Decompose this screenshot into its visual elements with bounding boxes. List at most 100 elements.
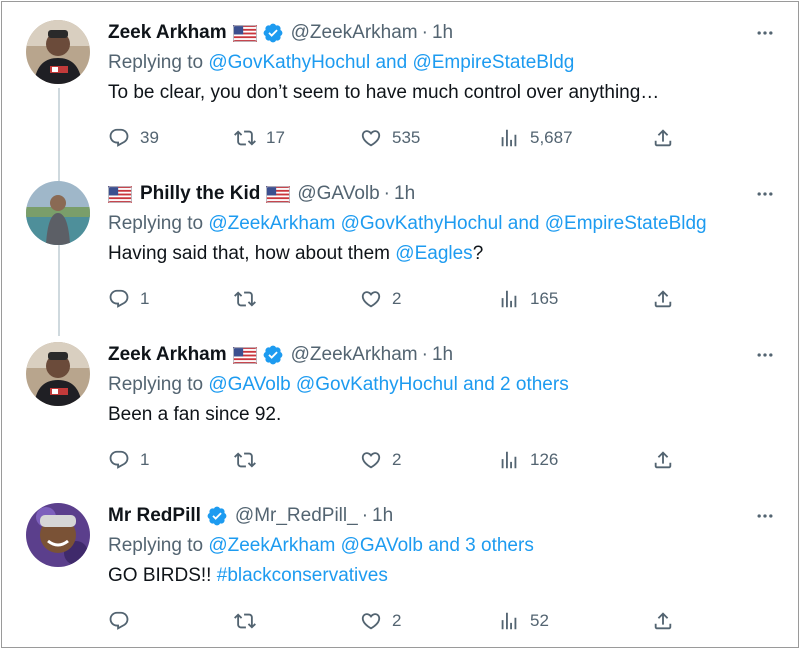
separator-dot: · (421, 22, 428, 43)
retweet-icon (234, 449, 256, 471)
separator-dot: · (421, 344, 428, 365)
tweet-text: To be clear, you don’t seem to have much… (108, 82, 660, 103)
more-options-icon[interactable] (750, 181, 780, 207)
tweet-actions: 1 2 126 (108, 447, 788, 473)
verified-badge-icon[interactable] (262, 22, 284, 44)
replying-to-label: Replying to (108, 213, 204, 234)
views-button[interactable]: 5,687 (498, 125, 573, 151)
hashtag-link[interactable]: #blackconservatives (217, 565, 388, 586)
reply-button[interactable]: 39 (108, 125, 159, 151)
replying-to-mentions[interactable]: @GovKathyHochul and @EmpireStateBldg (208, 52, 574, 73)
tweet-actions: 1 2 165 (108, 286, 788, 312)
more-options-icon[interactable] (750, 342, 780, 368)
heart-icon (360, 449, 382, 471)
tweet-text-part: Having said that, how about them (108, 243, 396, 264)
tweet-text: Been a fan since 92. (108, 404, 282, 425)
tweet-text: Having said that, how about them @Eagles… (108, 239, 780, 269)
like-count: 535 (392, 128, 421, 147)
share-button[interactable] (652, 125, 684, 151)
like-button[interactable]: 2 (360, 608, 401, 634)
like-button[interactable]: 2 (360, 286, 401, 312)
reply-count: 1 (140, 289, 150, 308)
retweet-count: 17 (266, 128, 285, 147)
retweet-icon (234, 610, 256, 632)
share-button[interactable] (652, 286, 684, 312)
reply-thread: Zeek Arkham @ZeekArkham · 1h Replying to… (1, 1, 799, 648)
heart-icon (360, 288, 382, 310)
views-chart-icon (498, 610, 520, 632)
display-name[interactable]: Philly the Kid (140, 183, 260, 205)
us-flag-icon (233, 347, 257, 364)
like-button[interactable]: 2 (360, 447, 401, 473)
view-count: 165 (530, 289, 559, 308)
retweet-icon (234, 127, 256, 149)
display-name[interactable]: Zeek Arkham (108, 344, 227, 366)
user-handle[interactable]: @ZeekArkham (291, 344, 418, 366)
replying-to-label: Replying to (108, 535, 204, 556)
more-options-icon[interactable] (750, 20, 780, 46)
view-count: 126 (530, 450, 559, 469)
retweet-button[interactable] (234, 447, 266, 473)
display-name[interactable]: Mr RedPill (108, 505, 201, 527)
display-name[interactable]: Zeek Arkham (108, 22, 227, 44)
tweet-text: GO BIRDS!! #blackconservatives (108, 561, 780, 591)
view-count: 5,687 (530, 128, 573, 147)
separator-dot: · (383, 183, 390, 204)
replying-to-mentions[interactable]: @ZeekArkham @GovKathyHochul and @EmpireS… (208, 213, 706, 234)
tweet-text-part: ? (472, 243, 484, 264)
reply-icon (108, 449, 130, 471)
tweet[interactable]: Philly the Kid @GAVolb · 1h Replying to … (2, 163, 800, 324)
share-icon (652, 127, 674, 149)
share-button[interactable] (652, 447, 684, 473)
views-chart-icon (498, 127, 520, 149)
tweet-actions: 39 17 535 5,687 (108, 125, 788, 151)
tweet[interactable]: Mr RedPill @Mr_RedPill_ · 1h Replying to… (2, 485, 800, 646)
tweet-actions: 2 52 (108, 608, 788, 634)
heart-icon (360, 127, 382, 149)
replying-to-mentions[interactable]: @ZeekArkham @GAVolb and 3 others (208, 535, 534, 556)
share-button[interactable] (652, 608, 684, 634)
tweet[interactable]: Zeek Arkham @ZeekArkham · 1h Replying to… (2, 2, 800, 163)
replying-to-mentions[interactable]: @GAVolb @GovKathyHochul and 2 others (208, 374, 568, 395)
retweet-icon (234, 288, 256, 310)
retweet-button[interactable]: 17 (234, 125, 285, 151)
reply-button[interactable] (108, 608, 140, 634)
views-button[interactable]: 126 (498, 447, 558, 473)
share-icon (652, 610, 674, 632)
views-button[interactable]: 52 (498, 608, 549, 634)
avatar[interactable] (26, 342, 90, 406)
avatar[interactable] (26, 503, 90, 567)
more-options-icon[interactable] (750, 503, 780, 529)
timestamp[interactable]: 1h (432, 344, 453, 366)
tweet-text-part: GO BIRDS!! (108, 565, 217, 586)
mention-link[interactable]: @Eagles (395, 243, 472, 264)
reply-count: 1 (140, 450, 150, 469)
like-button[interactable]: 535 (360, 125, 420, 151)
reply-button[interactable]: 1 (108, 286, 149, 312)
replying-to-label: Replying to (108, 52, 204, 73)
timestamp[interactable]: 1h (372, 505, 393, 527)
verified-badge-icon[interactable] (206, 505, 228, 527)
reply-icon (108, 127, 130, 149)
user-handle[interactable]: @ZeekArkham (291, 22, 418, 44)
reply-button[interactable]: 1 (108, 447, 149, 473)
retweet-button[interactable] (234, 286, 266, 312)
reply-count: 39 (140, 128, 159, 147)
user-handle[interactable]: @GAVolb (297, 183, 379, 205)
tweet[interactable]: Zeek Arkham @ZeekArkham · 1h Replying to… (2, 324, 800, 485)
avatar[interactable] (26, 181, 90, 245)
views-button[interactable]: 165 (498, 286, 558, 312)
user-handle[interactable]: @Mr_RedPill_ (235, 505, 358, 527)
views-chart-icon (498, 449, 520, 471)
view-count: 52 (530, 611, 549, 630)
retweet-button[interactable] (234, 608, 266, 634)
verified-badge-icon[interactable] (262, 344, 284, 366)
timestamp[interactable]: 1h (394, 183, 415, 205)
heart-icon (360, 610, 382, 632)
avatar[interactable] (26, 20, 90, 84)
us-flag-icon (233, 25, 257, 42)
us-flag-icon (108, 186, 132, 203)
timestamp[interactable]: 1h (432, 22, 453, 44)
like-count: 2 (392, 289, 402, 308)
replying-to-label: Replying to (108, 374, 204, 395)
